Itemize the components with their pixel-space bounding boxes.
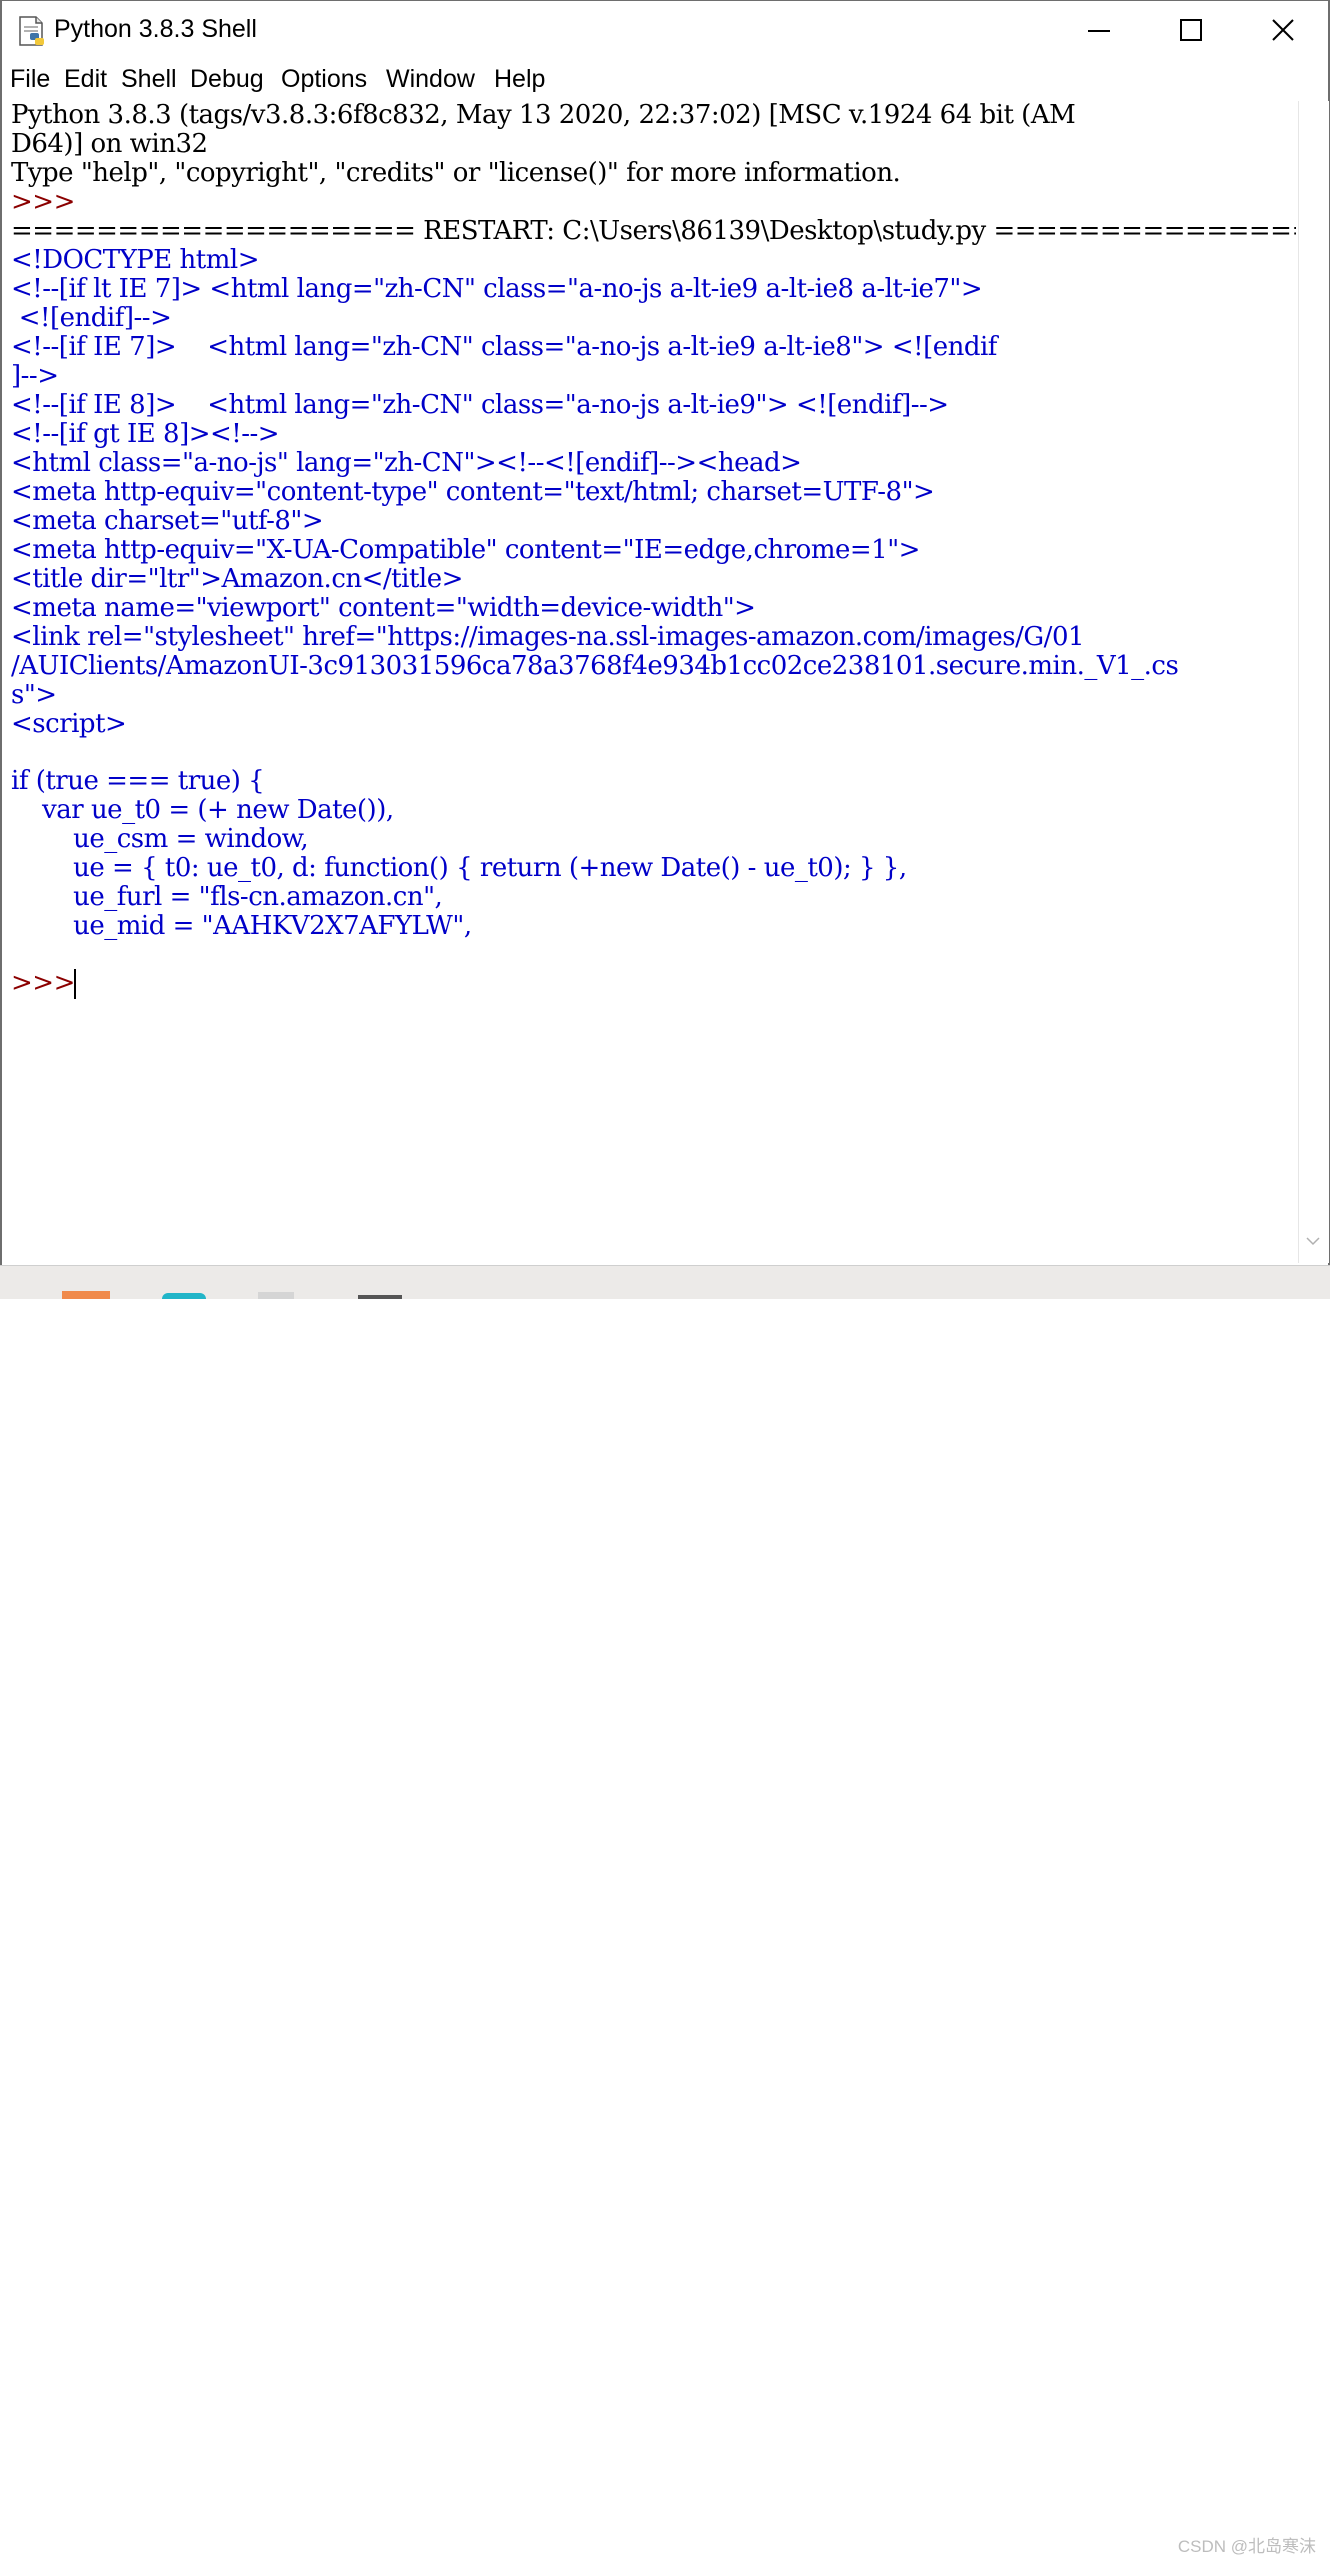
shell-output-line: /AUIClients/AmazonUI-3c913031596ca78a376… [11, 651, 1179, 681]
taskbar-app-icon[interactable] [358, 1295, 402, 1299]
menu-file[interactable]: File [10, 65, 50, 94]
menu-bar: File Edit Shell Debug Options Window Hel… [2, 61, 1328, 101]
shell-output-line: s"> [11, 680, 57, 710]
python-idle-icon [19, 16, 44, 46]
shell-output-line: Python 3.8.3 (tags/v3.8.3:6f8c832, May 1… [11, 101, 1076, 130]
text-cursor [74, 969, 76, 999]
menu-help[interactable]: Help [494, 65, 545, 94]
menu-window[interactable]: Window [386, 65, 475, 94]
shell-output-line: ue_csm = window, [11, 824, 309, 854]
taskbar-app-icon[interactable] [162, 1293, 206, 1299]
shell-output-line: var ue_t0 = (+ new Date()), [11, 795, 394, 825]
shell-output-line: <link rel="stylesheet" href="https://ima… [11, 622, 1085, 652]
close-button[interactable] [1238, 1, 1330, 61]
idle-shell-window: Python 3.8.3 Shell File Edit Shell Debug… [0, 0, 1330, 1265]
shell-output-line: ue = { t0: ue_t0, d: function() { return… [11, 853, 907, 883]
shell-output-line: <meta charset="utf-8"> [11, 506, 324, 536]
vertical-scrollbar[interactable] [1298, 101, 1329, 1263]
shell-output-line: ]--> [11, 361, 59, 391]
shell-output-line: <script> [11, 709, 127, 739]
shell-output-line: ue_mid = "AAHKV2X7AFYLW", [11, 911, 472, 941]
shell-output-line: Type "help", "copyright", "credits" or "… [11, 158, 901, 188]
shell-output-line: if (true === true) { [11, 766, 265, 796]
shell-output-line: <meta name="viewport" content="width=dev… [11, 593, 756, 623]
shell-output-line: <meta http-equiv="X-UA-Compatible" conte… [11, 535, 920, 565]
taskbar: CSDN @北岛寒沫 [0, 1265, 1330, 2556]
shell-output-line: <html class="a-no-js" lang="zh-CN"><!--<… [11, 448, 802, 478]
shell-output-line: =================== RESTART: C:\Users\86… [11, 216, 1296, 246]
shell-output-line: <!--[if IE 8]> <html lang="zh-CN" class=… [11, 390, 949, 420]
minimize-icon [1088, 30, 1110, 32]
shell-prompt: >>> [11, 968, 83, 998]
shell-output-line: <!--[if IE 7]> <html lang="zh-CN" class=… [11, 332, 997, 362]
menu-options[interactable]: Options [281, 65, 367, 94]
watermark: CSDN @北岛寒沫 [1177, 2537, 1316, 2556]
shell-prompt: >>> [11, 187, 83, 217]
close-icon [1272, 19, 1294, 41]
shell-output-line: <!--[if lt IE 7]> <html lang="zh-CN" cla… [11, 274, 983, 304]
maximize-icon [1180, 19, 1202, 41]
menu-shell[interactable]: Shell [121, 65, 177, 94]
title-bar[interactable]: Python 3.8.3 Shell [2, 1, 1328, 61]
menu-edit[interactable]: Edit [64, 65, 107, 94]
shell-output-line: <!--[if gt IE 8]><!--> [11, 419, 280, 449]
shell-output-line: <!DOCTYPE html> [11, 245, 259, 275]
scroll-down-arrow-icon[interactable] [1305, 1235, 1321, 1247]
menu-debug[interactable]: Debug [190, 65, 264, 94]
shell-output-line: <meta http-equiv="content-type" content=… [11, 477, 935, 507]
window-title: Python 3.8.3 Shell [54, 15, 257, 43]
shell-output-line: ue_furl = "fls-cn.amazon.cn", [11, 882, 443, 912]
shell-output-line: <title dir="ltr">Amazon.cn</title> [11, 564, 463, 594]
maximize-button[interactable] [1146, 1, 1238, 61]
minimize-button[interactable] [1054, 1, 1146, 61]
shell-text-area[interactable]: Python 3.8.3 (tags/v3.8.3:6f8c832, May 1… [8, 101, 1296, 1261]
shell-output-line: <![endif]--> [11, 303, 172, 333]
shell-output-line: D64)] on win32 [11, 129, 208, 159]
